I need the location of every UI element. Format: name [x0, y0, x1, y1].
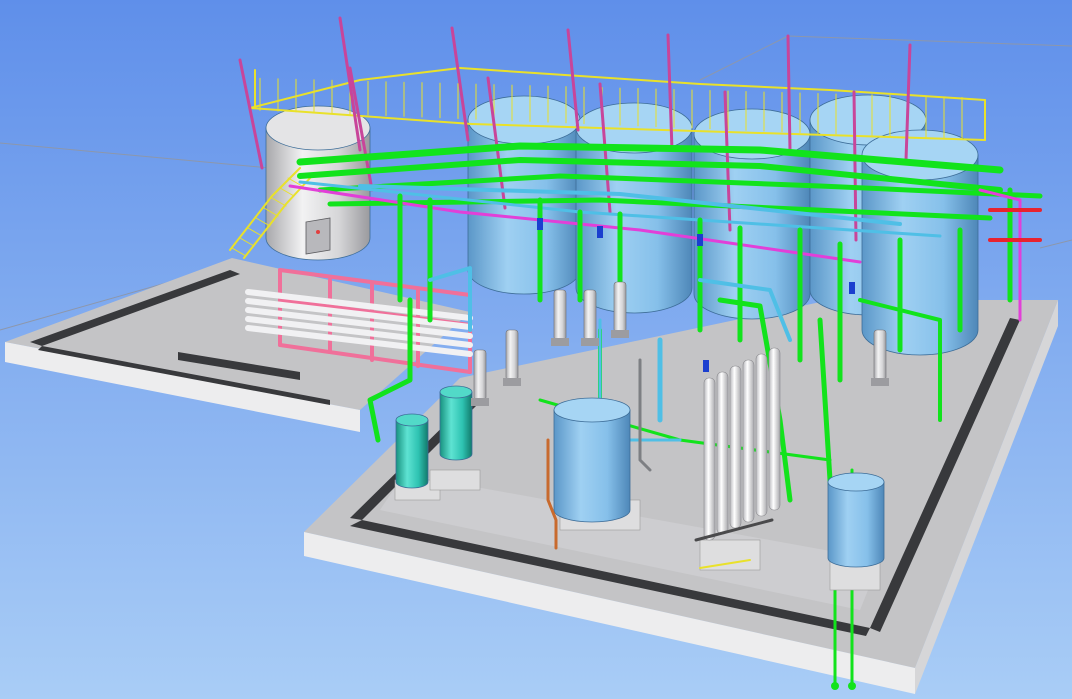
valve-icon[interactable]: [697, 234, 703, 246]
equipment-pad: [429, 469, 481, 491]
valve-icon[interactable]: [597, 226, 603, 238]
valve-icon[interactable]: [849, 282, 855, 294]
mixing-vessel[interactable]: [553, 397, 631, 523]
membrane-column: [716, 371, 729, 535]
equipment-pad: [699, 539, 761, 571]
drain-valve: [831, 682, 839, 690]
valve-icon[interactable]: [703, 360, 709, 372]
valve-icon[interactable]: [537, 218, 543, 230]
membrane-column: [768, 347, 781, 511]
drain-valve: [848, 682, 856, 690]
membrane-column: [742, 359, 755, 523]
membrane-column: [755, 353, 768, 517]
filter-vessel-1[interactable]: [395, 413, 429, 489]
membrane-column: [703, 377, 716, 541]
structural-column: [786, 34, 792, 152]
filter-vessel-2[interactable]: [439, 385, 473, 461]
control-panel[interactable]: [305, 217, 331, 255]
membrane-column: [729, 365, 742, 529]
plant-3d-model[interactable]: [0, 0, 1072, 699]
storage-tank-2[interactable]: [575, 102, 693, 314]
pressure-vessel[interactable]: [827, 472, 885, 568]
3d-viewport[interactable]: [0, 0, 1072, 699]
